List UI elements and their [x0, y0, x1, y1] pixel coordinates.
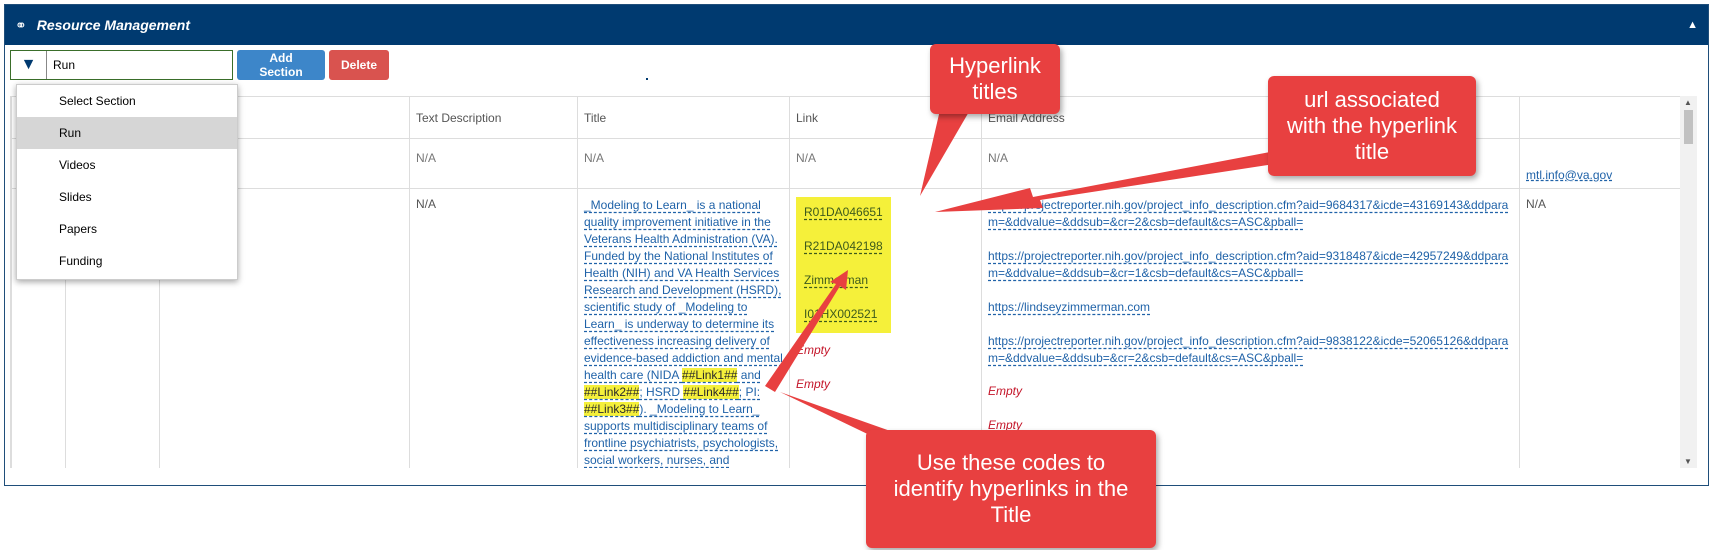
toolbar: ▼ Run Add Section Delete — [10, 50, 389, 80]
title-text[interactable]: _Modeling to Learn_ is a national qualit… — [584, 197, 783, 468]
link-titles-highlight: R01DA046651 R21DA042198 Zimmerman I01HX0… — [796, 197, 891, 333]
link-title[interactable]: R21DA042198 — [804, 239, 883, 273]
text-description-cell[interactable]: N/A — [409, 188, 578, 468]
section-select-value: Run — [53, 58, 76, 72]
add-section-button[interactable]: Add Section — [237, 50, 325, 80]
scroll-up-icon[interactable]: ▲ — [1684, 98, 1692, 107]
last-cell[interactable]: N/A — [1519, 188, 1680, 468]
link-code: ##Link1## — [682, 368, 738, 382]
dropdown-option[interactable]: Papers — [17, 213, 237, 245]
collapse-icon[interactable]: ▲ — [1687, 19, 1698, 31]
link-cell[interactable]: R01DA046651 R21DA042198 Zimmerman I01HX0… — [789, 188, 982, 468]
link-cell[interactable]: N/A — [789, 138, 982, 189]
title-cell[interactable]: _Modeling to Learn_ is a national qualit… — [577, 188, 790, 468]
link-title[interactable]: R01DA046651 — [804, 205, 883, 239]
empty-link[interactable]: Empty — [796, 377, 975, 411]
link-code: ##Link4## — [683, 385, 739, 399]
link-title[interactable]: Zimmerman — [804, 273, 883, 307]
url-link[interactable]: https://lindseyzimmerman.com — [988, 299, 1513, 316]
callout-hyperlink-titles: Hyperlink titles — [930, 44, 1060, 114]
text-description-cell[interactable]: N/A — [409, 138, 578, 189]
link-title[interactable]: I01HX002521 — [804, 307, 883, 329]
url-link[interactable]: https://projectreporter.nih.gov/project_… — [988, 333, 1513, 367]
stray-dot — [646, 78, 648, 80]
dropdown-option[interactable]: Videos — [17, 149, 237, 181]
delete-button[interactable]: Delete — [329, 50, 389, 80]
url-link[interactable]: https://projectreporter.nih.gov/project_… — [988, 248, 1513, 282]
email-cell[interactable]: https://projectreporter.nih.gov/project_… — [981, 188, 1520, 468]
scrollbar-thumb[interactable] — [1684, 110, 1693, 144]
title-cell[interactable]: N/A — [577, 138, 790, 189]
link-icon: ⚭ — [15, 16, 27, 33]
dropdown-option[interactable]: Select Section — [17, 85, 237, 117]
section-select[interactable]: ▼ Run — [10, 50, 233, 80]
link-code: ##Link3## — [584, 402, 640, 416]
panel-header: ⚭ Resource Management ▲ — [5, 5, 1708, 45]
callout-use-codes: Use these codes to identify hyperlinks i… — [866, 430, 1156, 548]
url-link[interactable]: https://projectreporter.nih.gov/project_… — [988, 197, 1513, 231]
scroll-down-icon[interactable]: ▼ — [1684, 457, 1692, 466]
table-row: N/A _Modeling to Learn_ is a national qu… — [11, 188, 1680, 468]
column-header-title[interactable]: Title — [577, 96, 790, 139]
caret-down-icon[interactable]: ▼ — [11, 51, 47, 79]
empty-link[interactable]: Empty — [796, 343, 975, 377]
column-header — [1519, 96, 1680, 139]
column-header-text-description[interactable]: Text Description — [409, 96, 578, 139]
vertical-scrollbar[interactable]: ▲ ▼ — [1680, 96, 1697, 468]
email-link[interactable]: mtl.info@va.gov — [1526, 168, 1612, 182]
link-code: ##Link2## — [584, 385, 640, 399]
dropdown-option[interactable]: Slides — [17, 181, 237, 213]
section-dropdown-menu: Select Section Run Videos Slides Papers … — [16, 84, 238, 280]
dropdown-option-selected[interactable]: Run — [17, 117, 237, 149]
empty-url[interactable]: Empty — [988, 384, 1513, 418]
panel-title: Resource Management — [36, 17, 191, 33]
callout-url-associated: url associated with the hyperlink title — [1268, 76, 1476, 176]
dropdown-option[interactable]: Funding — [17, 245, 237, 277]
